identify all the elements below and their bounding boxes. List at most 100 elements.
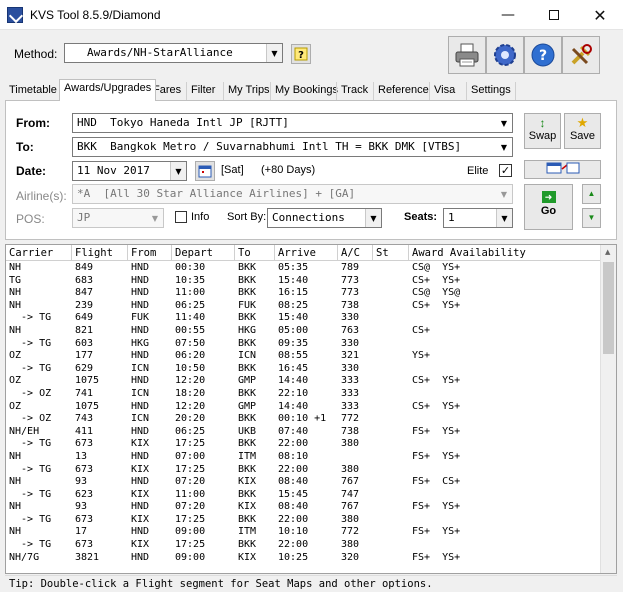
table-row[interactable]: NH 17 HND 09:00 ITM 10:10 772 FS+ YS+ xyxy=(6,526,602,539)
table-row[interactable]: -> TG 673 KIX 17:25 BKK 22:00 380 xyxy=(6,514,602,527)
cell-arrive: 14:40 xyxy=(278,375,309,387)
table-row[interactable]: NH/EH 411 HND 06:25 UKB 07:40 738 FS+ YS+ xyxy=(6,426,602,439)
table-row[interactable]: -> TG 623 KIX 11:00 BKK 15:45 747 xyxy=(6,489,602,502)
table-row[interactable]: OZ 1075 HND 12:20 GMP 14:40 333 CS+ YS+ xyxy=(6,375,602,388)
pos-select[interactable]: JP ▼ xyxy=(72,208,164,228)
next-day-up-button[interactable]: ▲ xyxy=(582,184,601,204)
tab-my-bookings[interactable]: My Bookings xyxy=(270,82,342,100)
table-row[interactable]: NH 93 HND 07:20 KIX 08:40 767 FS+ CS+ xyxy=(6,476,602,489)
col-arrive[interactable]: Arrive xyxy=(275,245,338,261)
cell-from: HND xyxy=(131,287,150,299)
tab-settings[interactable]: Settings xyxy=(466,82,516,100)
tab-filter[interactable]: Filter xyxy=(186,82,219,100)
cell-to: KIX xyxy=(238,501,257,513)
swap-arrows-icon: ↕ xyxy=(539,116,546,130)
vertical-scrollbar[interactable]: ▲ xyxy=(600,245,616,573)
seats-value: 1 xyxy=(448,211,455,224)
table-row[interactable]: NH 239 HND 06:25 FUK 08:25 738 CS+ YS+ xyxy=(6,300,602,313)
cell-to: HKG xyxy=(238,324,257,336)
cell-from: FUK xyxy=(131,312,150,324)
cell-carrier: NH/7G xyxy=(9,551,40,563)
table-row[interactable]: -> TG 673 KIX 17:25 BKK 22:00 380 xyxy=(6,539,602,552)
table-row[interactable]: NH 849 HND 00:30 BKK 05:35 789 CS@ YS+ xyxy=(6,262,602,275)
help-icon: ? xyxy=(531,43,555,67)
airlines-input[interactable]: *A [All 30 Star Alliance Airlines] + [GA… xyxy=(72,184,513,204)
seats-label: Seats: xyxy=(404,211,438,223)
table-row[interactable]: TG 683 HND 10:35 BKK 15:40 773 CS+ YS+ xyxy=(6,275,602,288)
cell-aircraft: 330 xyxy=(341,362,360,374)
cell-flight: 629 xyxy=(75,362,94,374)
minimize-button[interactable]: — xyxy=(485,0,531,30)
swap-button[interactable]: ↕ Swap xyxy=(524,113,561,149)
close-button[interactable]: ✕ xyxy=(577,0,623,30)
svg-text:?: ? xyxy=(298,50,304,61)
tab-timetable[interactable]: Timetable xyxy=(5,82,61,100)
table-row[interactable]: -> TG 629 ICN 10:50 BKK 16:45 330 xyxy=(6,363,602,376)
table-row[interactable]: -> TG 649 FUK 11:40 BKK 15:40 330 xyxy=(6,312,602,325)
tab-my-trips[interactable]: My Trips xyxy=(223,82,274,100)
col-status[interactable]: St xyxy=(373,245,409,261)
col-from[interactable]: From xyxy=(128,245,172,261)
info-checkbox[interactable] xyxy=(175,211,187,223)
table-row[interactable]: NH 821 HND 00:55 HKG 05:00 763 CS+ xyxy=(6,325,602,338)
method-select[interactable]: Awards/NH-StarAlliance ▼ xyxy=(64,43,283,63)
date-value: 11 Nov 2017 xyxy=(77,164,150,177)
save-button[interactable]: ★ Save xyxy=(564,113,601,149)
cell-depart: 12:20 xyxy=(175,400,206,412)
col-depart[interactable]: Depart xyxy=(172,245,235,261)
go-button[interactable]: ➜ Go xyxy=(524,184,573,230)
elite-checkbox[interactable]: ✓ xyxy=(499,164,512,177)
scrollbar-thumb[interactable] xyxy=(603,262,614,354)
cell-flight: 239 xyxy=(75,299,94,311)
table-row[interactable]: OZ 1075 HND 12:20 GMP 14:40 333 CS+ YS+ xyxy=(6,401,602,414)
method-help-button[interactable]: ? xyxy=(291,44,311,64)
table-row[interactable]: OZ 177 HND 06:20 ICN 08:55 321 YS+ xyxy=(6,350,602,363)
cell-aircraft: 773 xyxy=(341,287,360,299)
next-day-down-button[interactable]: ▼ xyxy=(582,208,601,228)
table-row[interactable]: NH 847 HND 11:00 BKK 16:15 773 CS@ YS@ xyxy=(6,287,602,300)
table-row[interactable]: -> OZ 741 ICN 18:20 BKK 22:10 333 xyxy=(6,388,602,401)
tab-visa[interactable]: Visa xyxy=(429,82,459,100)
tab-track[interactable]: Track xyxy=(336,82,372,100)
table-row[interactable]: NH 93 HND 07:20 KIX 08:40 767 FS+ YS+ xyxy=(6,501,602,514)
cell-flight: 673 xyxy=(75,539,94,551)
cell-to: BKK xyxy=(238,387,257,399)
results-grid[interactable]: Carrier Flight From Depart To Arrive A/C… xyxy=(5,244,617,574)
seats-select[interactable]: 1 ▼ xyxy=(443,208,513,228)
calendar-button[interactable] xyxy=(195,161,215,181)
to-input[interactable]: BKK Bangkok Metro / Suvarnabhumi Intl TH… xyxy=(72,137,513,157)
cell-from: HND xyxy=(131,274,150,286)
col-flight[interactable]: Flight xyxy=(72,245,128,261)
table-row[interactable]: -> TG 603 HKG 07:50 BKK 09:35 330 xyxy=(6,338,602,351)
cell-to: BKK xyxy=(238,488,257,500)
from-input[interactable]: HND Tokyo Haneda Intl JP [RJTT] ▼ xyxy=(72,113,513,133)
table-row[interactable]: NH 13 HND 07:00 ITM 08:10 FS+ YS+ xyxy=(6,451,602,464)
col-aircraft[interactable]: A/C xyxy=(338,245,373,261)
settings-button[interactable] xyxy=(486,36,524,74)
col-carrier[interactable]: Carrier xyxy=(6,245,72,261)
window-title: KVS Tool 8.5.9/Diamond xyxy=(30,8,161,22)
tools-button[interactable] xyxy=(562,36,600,74)
table-row[interactable]: -> TG 673 KIX 17:25 BKK 22:00 380 xyxy=(6,438,602,451)
table-row[interactable]: -> TG 673 KIX 17:25 BKK 22:00 380 xyxy=(6,464,602,477)
calendar-view-button[interactable] xyxy=(524,160,601,179)
elite-label: Elite xyxy=(467,165,489,177)
days-offset: (+80 Days) xyxy=(261,164,316,176)
cell-to: BKK xyxy=(238,262,257,273)
help-button[interactable]: ? xyxy=(524,36,562,74)
date-input[interactable]: 11 Nov 2017 ▼ xyxy=(72,161,187,181)
cell-to: BKK xyxy=(238,362,257,374)
tab-reference[interactable]: Reference xyxy=(373,82,433,100)
scroll-up-icon[interactable]: ▲ xyxy=(605,248,610,256)
cell-depart: 11:00 xyxy=(175,287,206,299)
table-row[interactable]: NH/7G 3821 HND 09:00 KIX 10:25 320 FS+ YS+ xyxy=(6,552,602,565)
maximize-button[interactable] xyxy=(531,0,577,30)
cell-carrier: -> TG xyxy=(9,438,52,450)
print-button[interactable] xyxy=(448,36,486,74)
table-row[interactable]: -> OZ 743 ICN 20:20 BKK 00:10 +1 772 xyxy=(6,413,602,426)
cell-arrive: 16:45 xyxy=(278,362,309,374)
col-award-availability[interactable]: Award Availability xyxy=(409,245,602,261)
col-to[interactable]: To xyxy=(235,245,275,261)
sortby-select[interactable]: Connections ▼ xyxy=(267,208,382,228)
tab-awards-upgrades[interactable]: Awards/Upgrades xyxy=(59,79,157,101)
